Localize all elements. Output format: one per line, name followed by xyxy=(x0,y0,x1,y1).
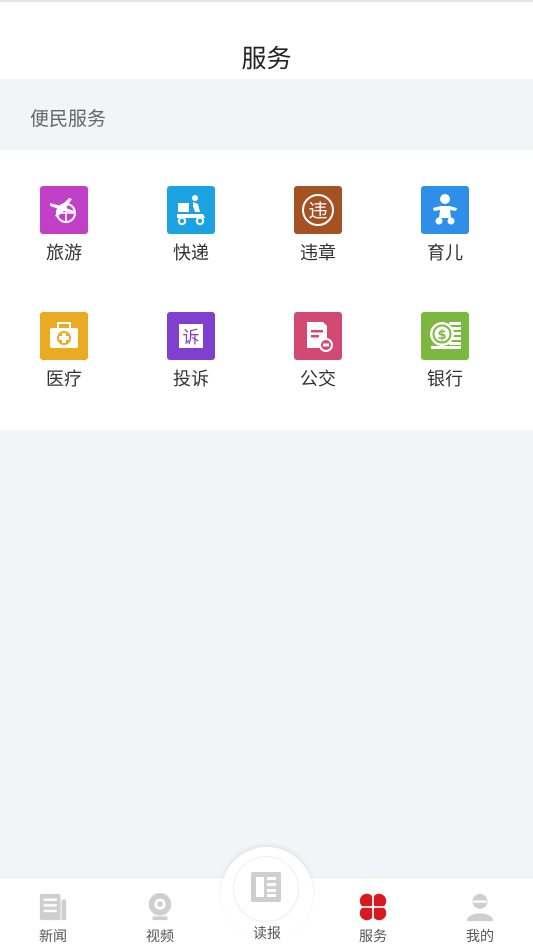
airplane-globe-icon xyxy=(40,186,88,234)
tab-label: 我的 xyxy=(466,929,494,945)
service-tile-complaint[interactable]: 诉 投诉 xyxy=(131,312,251,422)
service-tile-travel[interactable]: 旅游 xyxy=(4,186,124,296)
service-label: 育儿 xyxy=(427,243,463,264)
tab-label: 服务 xyxy=(359,929,387,945)
video-camera-icon xyxy=(145,891,175,923)
user-icon xyxy=(465,891,495,923)
complaint-icon: 诉 xyxy=(167,312,215,360)
service-label: 公交 xyxy=(300,369,336,390)
service-label: 医疗 xyxy=(46,369,82,390)
clover-icon xyxy=(358,891,388,923)
violation-stamp-icon: 违 xyxy=(294,186,342,234)
service-label: 违章 xyxy=(300,243,336,264)
read-paper-icon xyxy=(248,869,284,909)
service-label: 旅游 xyxy=(46,243,82,264)
service-tile-violation[interactable]: 违 违章 xyxy=(258,186,378,296)
svg-text:$: $ xyxy=(437,328,446,343)
svg-text:违: 违 xyxy=(308,200,327,222)
tab-label: 新闻 xyxy=(39,929,67,945)
bus-card-icon xyxy=(294,312,342,360)
service-tile-bus[interactable]: 公交 xyxy=(258,312,378,422)
service-grid: 旅游 快递 违 违章 育儿 医疗 诉 投诉 公交 $ 银行 xyxy=(0,150,533,430)
section-title: 便民服务 xyxy=(30,108,107,130)
page-title: 服务 xyxy=(241,44,292,73)
service-label: 快递 xyxy=(173,243,209,264)
service-tile-medical[interactable]: 医疗 xyxy=(4,312,124,422)
tab-label: 视频 xyxy=(146,929,174,945)
tab-mine[interactable]: 我的 xyxy=(427,877,533,947)
service-tile-bank[interactable]: $ 银行 xyxy=(385,312,505,422)
medical-kit-icon xyxy=(40,312,88,360)
baby-icon xyxy=(421,186,469,234)
tab-label: 读报 xyxy=(253,926,281,942)
svg-text:诉: 诉 xyxy=(183,328,200,348)
tab-service[interactable]: 服务 xyxy=(320,877,426,947)
service-tile-parenting[interactable]: 育儿 xyxy=(385,186,505,296)
bank-coins-icon: $ xyxy=(421,312,469,360)
delivery-scooter-icon xyxy=(167,186,215,234)
tab-video[interactable]: 视频 xyxy=(107,877,213,947)
newspaper-icon xyxy=(38,891,68,923)
service-label: 银行 xyxy=(427,369,463,390)
header-bar: 服务 xyxy=(0,0,533,79)
tab-paper[interactable] xyxy=(233,856,299,922)
tab-news[interactable]: 新闻 xyxy=(0,877,106,947)
service-label: 投诉 xyxy=(173,369,209,390)
service-tile-express[interactable]: 快递 xyxy=(131,186,251,296)
